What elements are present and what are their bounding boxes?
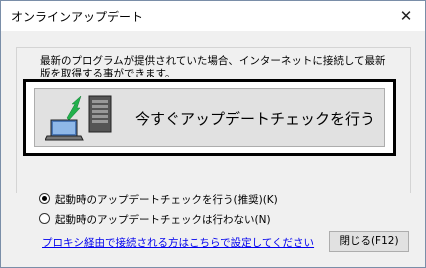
close-icon[interactable]: ✕ bbox=[395, 6, 417, 26]
arrow-icon bbox=[66, 95, 82, 121]
server-icon bbox=[88, 95, 112, 133]
close-button[interactable]: 閉じる(F12) bbox=[329, 231, 409, 252]
option-check-on-startup-label: 起動時のアップデートチェックを行う(推奨)(K) bbox=[55, 194, 278, 206]
proxy-settings-link[interactable]: プロキシ経由で接続される方はこちらで設定してください bbox=[42, 235, 314, 250]
check-button-highlight: 今すぐアップデートチェックを行う bbox=[23, 79, 396, 156]
laptop-icon bbox=[45, 119, 84, 141]
check-now-label: 今すぐアップデートチェックを行う bbox=[135, 110, 376, 128]
update-icon bbox=[45, 95, 112, 141]
option-no-check-on-startup-label: 起動時のアップデートチェックは行わない(N) bbox=[55, 214, 271, 226]
window-title: オンラインアップデート bbox=[11, 10, 144, 24]
radio-no-check-on-startup[interactable] bbox=[39, 213, 50, 224]
title-bar: オンラインアップデート ✕ bbox=[1, 1, 425, 31]
update-description: 最新のプログラムが提供されていた場合、インターネットに接続して最新版を取得する事… bbox=[40, 55, 386, 77]
dialog-content: 最新のプログラムが提供されていた場合、インターネットに接続して最新版を取得する事… bbox=[1, 31, 425, 267]
update-dialog: オンラインアップデート ✕ 最新のプログラムが提供されていた場合、インターネット… bbox=[0, 0, 426, 268]
radio-check-on-startup[interactable] bbox=[39, 193, 50, 204]
radio-selected-dot bbox=[42, 196, 47, 201]
check-now-button[interactable]: 今すぐアップデートチェックを行う bbox=[34, 88, 385, 147]
